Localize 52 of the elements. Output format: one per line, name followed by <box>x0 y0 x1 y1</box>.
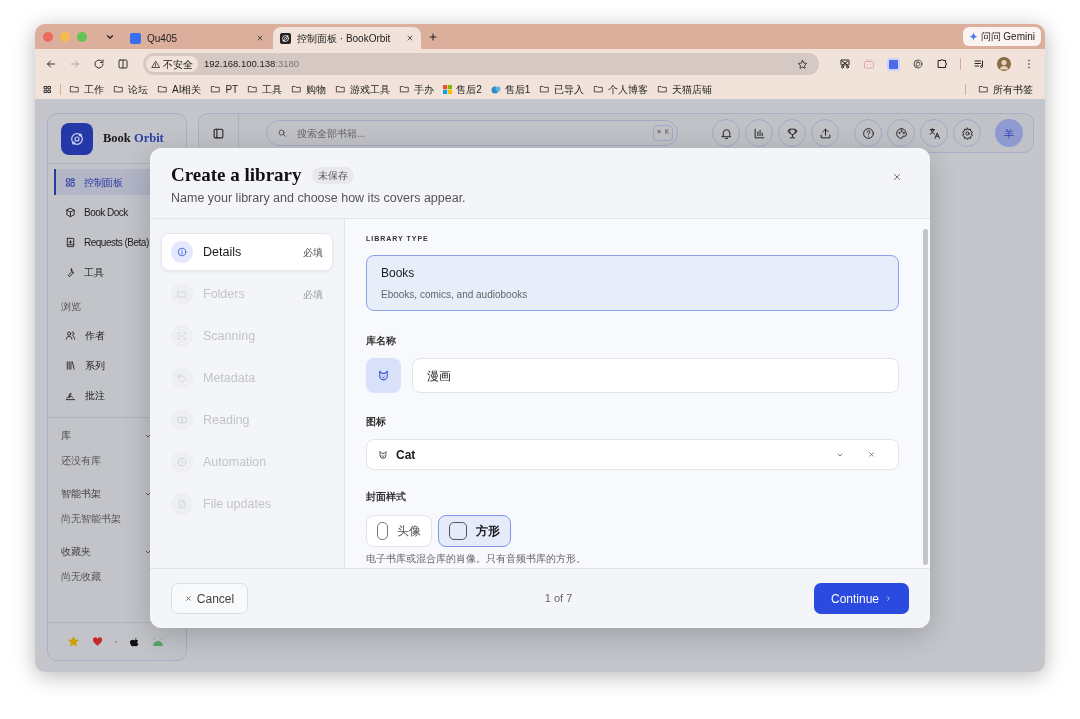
option-title: Books <box>381 265 416 282</box>
bookmark[interactable]: 论坛 <box>113 81 148 97</box>
required-tag: 必填 <box>303 286 323 302</box>
step-label: Details <box>203 243 243 261</box>
all-bookmarks[interactable]: 所有书签 <box>978 81 1033 97</box>
brand-name: Book Orbit <box>103 130 164 148</box>
option-description: Ebooks, comics, and audiobooks <box>381 288 529 302</box>
nav-item[interactable]: 批注 <box>56 382 186 408</box>
address-bar[interactable]: 不安全 192.168.100.138:3180 <box>143 53 819 75</box>
browser-tab[interactable]: 控制面板 · BookOrbit <box>273 27 421 49</box>
security-chip[interactable]: 不安全 <box>146 56 198 72</box>
bookmark[interactable]: 个人博客 <box>593 81 649 97</box>
hint-text: 电子书库或混合库的肖像。只有音频书库的方形。 <box>366 553 587 565</box>
section-label: 浏览 <box>60 300 82 314</box>
field-label: 封面样式 <box>366 491 407 503</box>
bookmark[interactable]: 售后1 <box>490 81 531 97</box>
empty-text: 还没有库 <box>61 454 102 468</box>
bookmark[interactable]: 工作 <box>69 81 104 97</box>
group-title: 库 <box>61 429 71 443</box>
unsaved-badge: 未保存 <box>311 166 354 184</box>
tab-title: 控制面板 · BookOrbit <box>297 31 392 46</box>
group-title: 智能书架 <box>61 487 101 501</box>
icon-select[interactable]: Cat <box>366 439 899 470</box>
library-type-option[interactable]: Books Ebooks, comics, and audiobooks <box>366 255 899 311</box>
group-title: 收藏夹 <box>61 545 91 559</box>
required-tag: 必填 <box>303 244 323 260</box>
bookmark[interactable]: 天猫店铺 <box>657 81 713 97</box>
tab-title: Qu405 <box>147 31 179 46</box>
bookmark[interactable]: PT <box>210 81 239 97</box>
step-counter: 1 of 7 <box>544 591 573 607</box>
field-label: 库名称 <box>366 335 397 347</box>
step-item[interactable]: Details 必填 <box>161 233 333 271</box>
bookmark[interactable]: AI相关 <box>157 81 202 97</box>
browser-tab[interactable]: Qu405 <box>123 27 271 49</box>
bookmark[interactable]: 购物 <box>291 81 327 97</box>
bookmark[interactable]: 游戏工具 <box>335 81 391 97</box>
empty-text: 尚无收藏 <box>61 570 102 584</box>
bookmark[interactable]: 工具 <box>247 81 283 97</box>
continue-button[interactable]: Continue <box>814 583 909 614</box>
field-label: 图标 <box>366 416 387 428</box>
bookmark[interactable]: 售后2 <box>443 81 482 97</box>
empty-text: 尚无智能书架 <box>61 512 122 526</box>
name-input[interactable]: 漫画 <box>412 358 899 393</box>
gemini-button[interactable]: 问问 Gemini <box>962 27 1041 46</box>
cancel-button[interactable]: Cancel <box>171 583 248 614</box>
cover-style-option[interactable]: 头像 <box>366 515 432 547</box>
url-text: 192.168.100.138:3180 <box>204 56 301 71</box>
bookmark[interactable]: 已导入 <box>539 81 585 97</box>
nav-item[interactable]: 系列 <box>56 352 186 378</box>
nav-item[interactable]: 作者 <box>56 322 186 348</box>
bookmark[interactable]: 手办 <box>399 81 435 97</box>
cover-style-option[interactable]: 方形 <box>438 515 511 547</box>
